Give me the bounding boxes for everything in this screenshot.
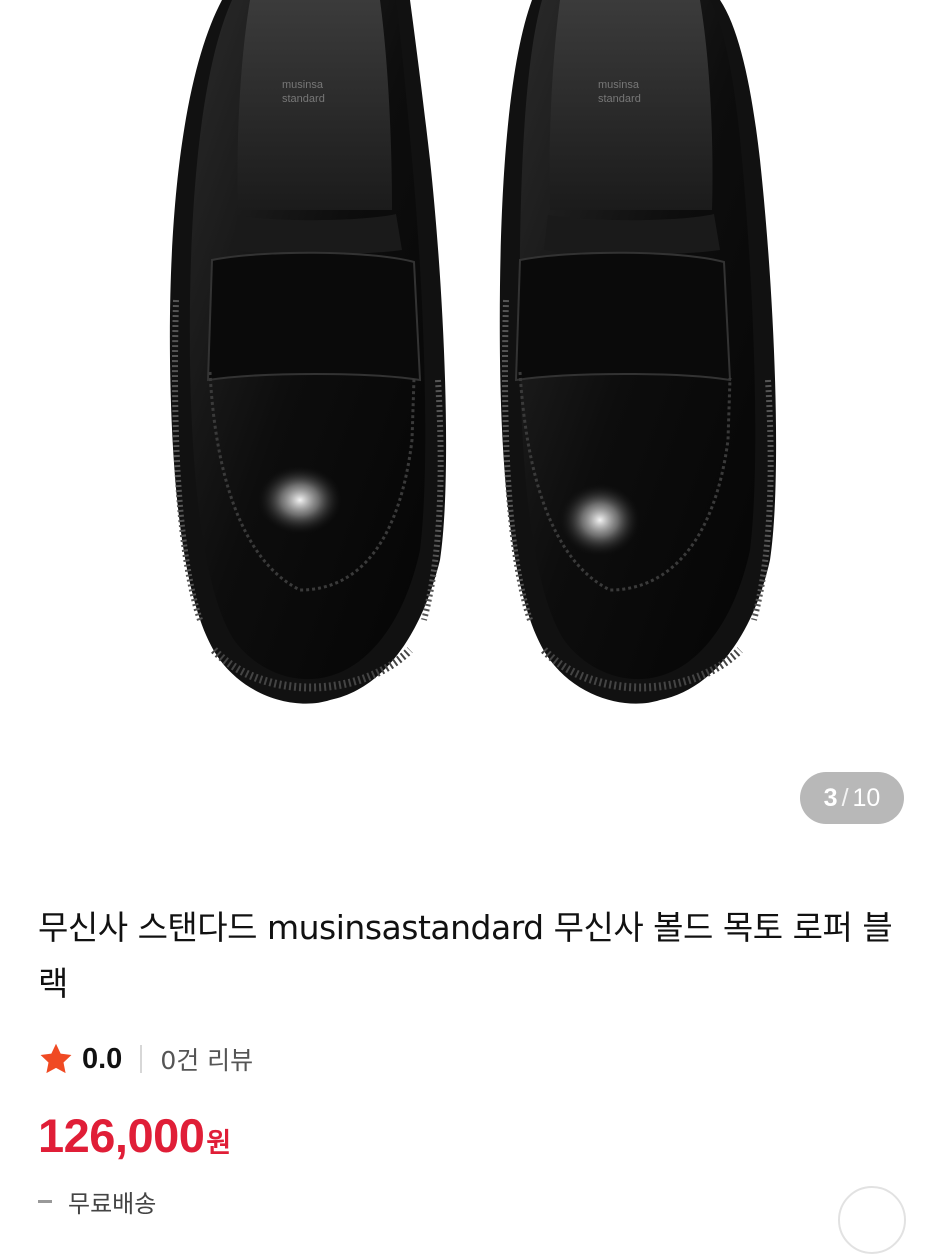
price-currency: 원 xyxy=(206,1128,232,1159)
svg-text:musinsa: musinsa xyxy=(282,79,324,91)
price-amount: 126,000 xyxy=(38,1109,205,1162)
floating-action-button[interactable] xyxy=(838,1186,906,1254)
image-counter-current: 3 xyxy=(823,783,838,812)
image-counter-total: 10 xyxy=(852,783,881,812)
shipping-info: 무료배송 xyxy=(38,1186,157,1218)
product-price: 126,000 원 xyxy=(38,1108,231,1172)
rating-row[interactable]: 0.0 0건 리뷰 xyxy=(38,1036,253,1082)
product-image-gallery[interactable]: musinsa standard musinsa standard 3 / 10 xyxy=(0,0,942,860)
left-loafer: musinsa standard xyxy=(169,0,447,704)
image-counter-separator: / xyxy=(841,783,849,812)
svg-text:standard: standard xyxy=(598,93,641,105)
rating-score: 0.0 xyxy=(82,1042,123,1075)
review-count-link[interactable]: 0건 리뷰 xyxy=(160,1041,253,1077)
rating-divider xyxy=(140,1045,143,1073)
product-title: 무신사 스탠다드 musinsastandard 무신사 볼드 목토 로퍼 블랙 xyxy=(38,908,893,1003)
svg-text:musinsa: musinsa xyxy=(598,79,640,91)
star-icon xyxy=(40,1043,72,1074)
product-image: musinsa standard musinsa standard xyxy=(169,0,777,704)
right-loafer: musinsa standard xyxy=(499,0,777,704)
image-counter: 3 / 10 xyxy=(800,772,904,824)
svg-text:standard: standard xyxy=(282,93,325,105)
shipping-label: 무료배송 xyxy=(68,1189,157,1218)
